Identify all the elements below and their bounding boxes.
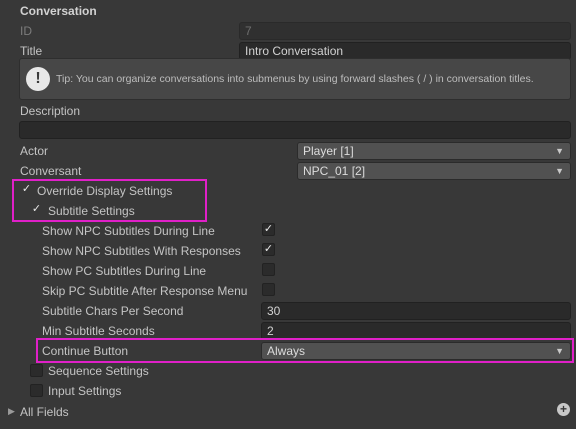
input-settings-label: Input Settings bbox=[48, 384, 122, 398]
chars-per-second-input[interactable]: 30 bbox=[261, 302, 571, 320]
description-input[interactable] bbox=[19, 121, 571, 139]
highlight-display-settings bbox=[12, 179, 207, 222]
sequence-settings-label: Sequence Settings bbox=[48, 364, 149, 378]
id-field: 7 bbox=[239, 22, 571, 40]
all-fields-foldout[interactable]: All Fields bbox=[20, 404, 69, 420]
show-npc-with-responses-checkbox[interactable]: ✓ bbox=[262, 243, 275, 256]
show-npc-during-line-checkbox[interactable]: ✓ bbox=[262, 223, 275, 236]
add-field-icon[interactable]: + bbox=[557, 403, 570, 416]
actor-value: Player [1] bbox=[303, 144, 354, 158]
tip-text: Tip: You can organize conversations into… bbox=[56, 73, 534, 85]
chevron-right-icon[interactable]: ▶ bbox=[8, 405, 15, 417]
chars-per-second-label: Subtitle Chars Per Second bbox=[42, 304, 184, 318]
show-pc-during-line-label: Show PC Subtitles During Line bbox=[42, 264, 207, 278]
min-subtitle-seconds-label: Min Subtitle Seconds bbox=[42, 324, 155, 338]
show-npc-during-line-label: Show NPC Subtitles During Line bbox=[42, 224, 215, 238]
actor-label: Actor bbox=[20, 144, 49, 158]
conversant-label: Conversant bbox=[20, 164, 82, 178]
tip-box: ! Tip: You can organize conversations in… bbox=[19, 58, 571, 100]
show-pc-during-line-checkbox[interactable] bbox=[262, 263, 275, 276]
skip-pc-subtitle-checkbox[interactable] bbox=[262, 283, 275, 296]
input-settings-checkbox[interactable] bbox=[30, 384, 43, 397]
sequence-settings-checkbox[interactable] bbox=[30, 364, 43, 377]
skip-pc-subtitle-label: Skip PC Subtitle After Response Menu bbox=[42, 284, 248, 298]
description-label: Description bbox=[20, 104, 81, 118]
exclamation-icon: ! bbox=[26, 67, 50, 91]
chevron-down-icon: ▼ bbox=[555, 146, 564, 156]
conversant-value: NPC_01 [2] bbox=[303, 164, 366, 178]
highlight-continue-button bbox=[36, 338, 574, 363]
conversant-dropdown[interactable]: NPC_01 [2] ▼ bbox=[297, 162, 571, 180]
actor-dropdown[interactable]: Player [1] ▼ bbox=[297, 142, 571, 160]
chevron-down-icon: ▼ bbox=[555, 166, 564, 176]
section-title: Conversation bbox=[20, 4, 97, 18]
show-npc-with-responses-label: Show NPC Subtitles With Responses bbox=[42, 244, 241, 258]
title-label: Title bbox=[20, 44, 43, 58]
id-label: ID bbox=[20, 24, 32, 38]
